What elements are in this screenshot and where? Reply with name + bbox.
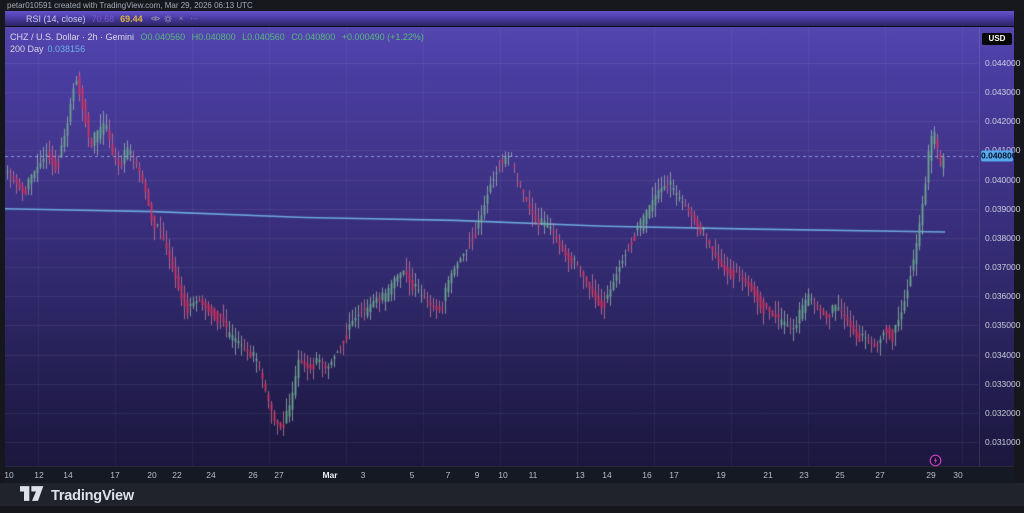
ma-label: 200 Day xyxy=(10,44,44,54)
symbol-legend-row[interactable]: CHZ / U.S. Dollar · 2h · Gemini O0.04056… xyxy=(10,31,428,43)
time-axis-label: 7 xyxy=(446,470,451,480)
price-axis[interactable]: USD 0.040800 0.0440000.0430000.0420000.0… xyxy=(979,27,1014,466)
time-axis-label: 27 xyxy=(875,470,884,480)
chart-frame: RSI (14, close) 70.68 69.44 × ··· xyxy=(5,11,1014,483)
price-axis-label: 0.044000 xyxy=(985,58,1020,68)
delete-icon[interactable]: × xyxy=(177,14,186,23)
eye-icon[interactable] xyxy=(151,14,160,23)
price-axis-label: 0.032000 xyxy=(985,408,1020,418)
more-icon[interactable]: ··· xyxy=(190,14,199,23)
currency-toggle-button[interactable]: USD xyxy=(982,33,1012,45)
time-axis-label: 13 xyxy=(575,470,584,480)
price-axis-label: 0.037000 xyxy=(985,262,1020,272)
rsi-legend-controls: × ··· xyxy=(151,14,199,23)
price-axis-label: 0.040000 xyxy=(985,175,1020,185)
ohlc-low: L0.040560 xyxy=(242,32,285,42)
gear-icon[interactable] xyxy=(164,14,173,23)
time-axis-label: 11 xyxy=(529,470,538,480)
time-axis-label: 19 xyxy=(716,470,725,480)
ohlc-high: H0.040800 xyxy=(192,32,236,42)
price-axis-label: 0.034000 xyxy=(985,350,1020,360)
price-axis-label: 0.031000 xyxy=(985,437,1020,447)
price-axis-label: 0.039000 xyxy=(985,204,1020,214)
candlestick-chart-canvas[interactable] xyxy=(5,27,978,466)
time-axis[interactable]: 10 12 14 17 20 22 24 26 27 Mar 3 5 7 9 10 11 13 14 16 17 19 2… xyxy=(5,466,1014,483)
price-axis-label: 0.033000 xyxy=(985,379,1020,389)
price-axis-label: 0.042000 xyxy=(985,116,1020,126)
time-axis-label: 22 xyxy=(172,470,181,480)
symbol-title[interactable]: CHZ / U.S. Dollar · 2h · Gemini xyxy=(10,32,134,42)
price-axis-label: 0.043000 xyxy=(985,87,1020,97)
branding-bar: TradingView xyxy=(0,483,1024,513)
rsi-indicator-title: RSI xyxy=(26,14,41,24)
tradingview-snapshot: petar010591 created with TradingView.com… xyxy=(0,0,1024,513)
time-axis-label: 20 xyxy=(147,470,156,480)
time-axis-label: 12 xyxy=(34,470,43,480)
last-price-tag: 0.040800 xyxy=(981,151,1013,162)
ohlc-close: C0.040800 xyxy=(291,32,335,42)
attribution-text: petar010591 created with TradingView.com… xyxy=(7,1,253,10)
time-axis-label: 27 xyxy=(274,470,283,480)
price-axis-label: 0.038000 xyxy=(985,233,1020,243)
time-axis-label: 26 xyxy=(248,470,257,480)
price-axis-label: 0.036000 xyxy=(985,291,1020,301)
tradingview-brand-name: TradingView xyxy=(51,488,134,504)
time-axis-label: 14 xyxy=(63,470,72,480)
time-axis-label: 17 xyxy=(669,470,678,480)
time-axis-label: 10 xyxy=(4,470,13,480)
ma-value: 0.038156 xyxy=(48,44,86,54)
rsi-pane: RSI (14, close) 70.68 69.44 × ··· xyxy=(5,11,1014,27)
ma-legend-row[interactable]: 200 Day 0.038156 xyxy=(10,43,428,55)
time-axis-label: 16 xyxy=(642,470,651,480)
time-axis-label: 17 xyxy=(110,470,119,480)
time-axis-label: 3 xyxy=(361,470,366,480)
rsi-legend[interactable]: RSI (14, close) 70.68 69.44 × ··· xyxy=(5,11,1014,26)
time-axis-label: 24 xyxy=(206,470,215,480)
chart-legend: CHZ / U.S. Dollar · 2h · Gemini O0.04056… xyxy=(10,31,428,55)
time-axis-label: Mar xyxy=(322,470,337,480)
bottom-strip xyxy=(0,506,1024,513)
event-marker-icon[interactable] xyxy=(929,454,942,472)
price-change: +0.000490 (+1.22%) xyxy=(342,32,424,42)
price-axis-label: 0.035000 xyxy=(985,320,1020,330)
time-axis-label: 14 xyxy=(602,470,611,480)
rsi-value: 69.44 xyxy=(120,14,143,24)
tradingview-brand[interactable]: TradingView xyxy=(20,486,134,506)
time-axis-label: 30 xyxy=(953,470,962,480)
attribution-bar: petar010591 created with TradingView.com… xyxy=(0,0,1024,11)
time-axis-label: 21 xyxy=(763,470,772,480)
time-axis-label: 23 xyxy=(799,470,808,480)
ohlc-open: O0.040560 xyxy=(141,32,186,42)
time-axis-label: 5 xyxy=(410,470,415,480)
rsi-indicator-params: (14, close) xyxy=(44,14,86,24)
rsi-ma-value: 70.68 xyxy=(92,14,115,24)
tradingview-logo-icon xyxy=(20,486,44,506)
time-axis-label: 9 xyxy=(475,470,480,480)
time-axis-label: 25 xyxy=(835,470,844,480)
time-axis-label: 29 xyxy=(926,470,935,480)
main-chart-pane[interactable]: CHZ / U.S. Dollar · 2h · Gemini O0.04056… xyxy=(5,27,1014,466)
time-axis-label: 10 xyxy=(498,470,507,480)
